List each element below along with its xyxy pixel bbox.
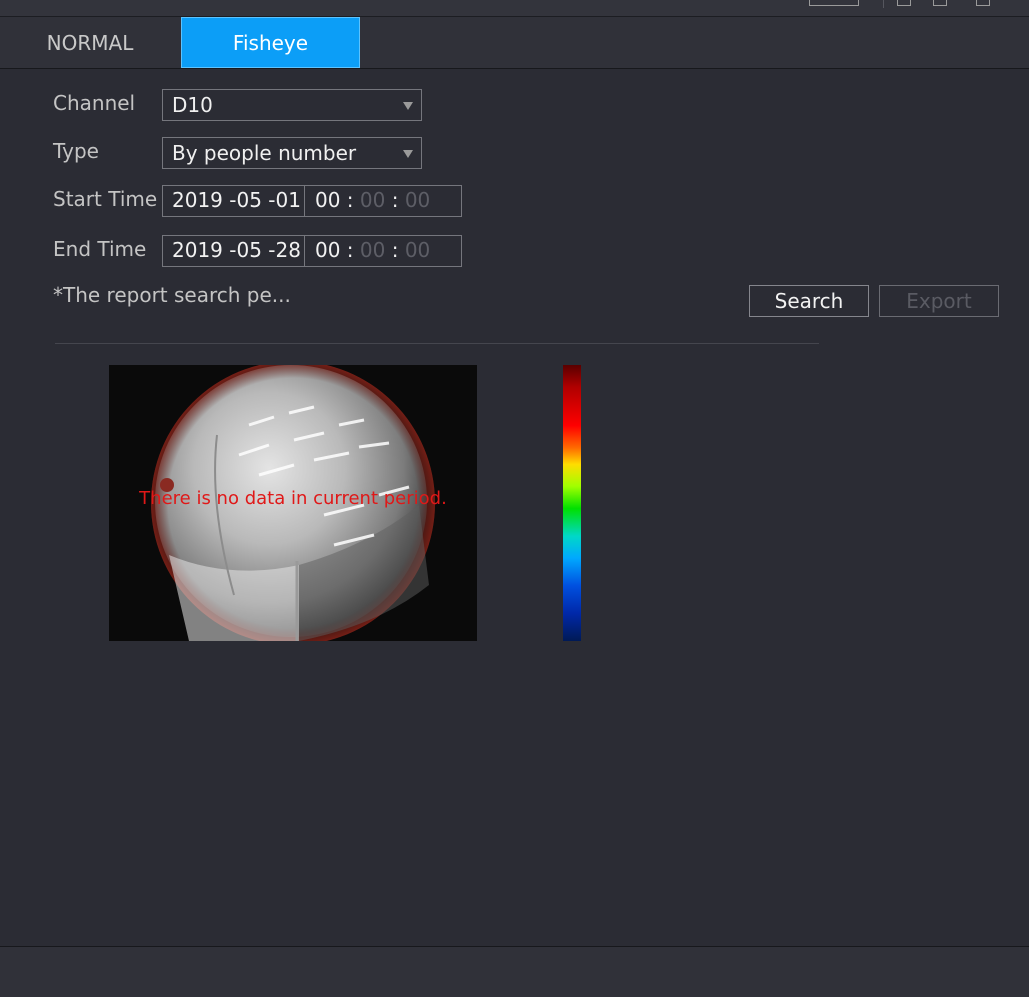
- user-icon[interactable]: [897, 0, 911, 6]
- footer-bar: [0, 946, 1029, 997]
- export-button: Export: [879, 285, 999, 317]
- start-second[interactable]: 00: [405, 188, 430, 212]
- search-button[interactable]: Search: [749, 285, 869, 317]
- type-label: Type: [53, 139, 99, 163]
- tab-fisheye[interactable]: Fisheye: [181, 17, 360, 68]
- end-date-value[interactable]: 2019 -05 -28: [172, 238, 301, 262]
- start-time-label: Start Time: [53, 187, 158, 211]
- type-value: By people number: [172, 141, 357, 165]
- type-select[interactable]: By people number: [162, 137, 422, 169]
- end-time-field[interactable]: 2019 -05 -28 00 : 00 : 00: [162, 235, 462, 267]
- end-time-label: End Time: [53, 237, 147, 261]
- start-minute[interactable]: 00: [360, 188, 385, 212]
- channel-label: Channel: [53, 91, 136, 115]
- divider: [55, 343, 819, 344]
- channel-select[interactable]: D10: [162, 89, 422, 121]
- end-time-value[interactable]: 00 : 00 : 00: [315, 238, 430, 262]
- grid-icon[interactable]: [976, 0, 990, 6]
- heatmap-color-scale: [563, 365, 581, 641]
- no-data-message: There is no data in current period.: [139, 488, 447, 509]
- report-note: *The report search pe...: [53, 283, 291, 307]
- top-toolbar: [0, 0, 1029, 17]
- toolbar-separator: [883, 0, 884, 8]
- fisheye-heatmap-view: There is no data in current period.: [109, 365, 477, 641]
- toolbar-slot[interactable]: [809, 0, 859, 6]
- start-hour[interactable]: 00: [315, 188, 340, 212]
- chevron-down-icon: [403, 150, 413, 158]
- date-time-divider: [304, 236, 305, 266]
- chevron-down-icon: [403, 102, 413, 110]
- channel-value: D10: [172, 93, 213, 117]
- tab-bar: NORMAL Fisheye: [0, 17, 1029, 69]
- start-time-value[interactable]: 00 : 00 : 00: [315, 188, 430, 212]
- end-minute[interactable]: 00: [360, 238, 385, 262]
- end-second[interactable]: 00: [405, 238, 430, 262]
- tab-normal[interactable]: NORMAL: [0, 17, 180, 68]
- start-date-value[interactable]: 2019 -05 -01: [172, 188, 301, 212]
- start-time-field[interactable]: 2019 -05 -01 00 : 00 : 00: [162, 185, 462, 217]
- end-hour[interactable]: 00: [315, 238, 340, 262]
- screen-icon[interactable]: [933, 0, 947, 6]
- date-time-divider: [304, 186, 305, 216]
